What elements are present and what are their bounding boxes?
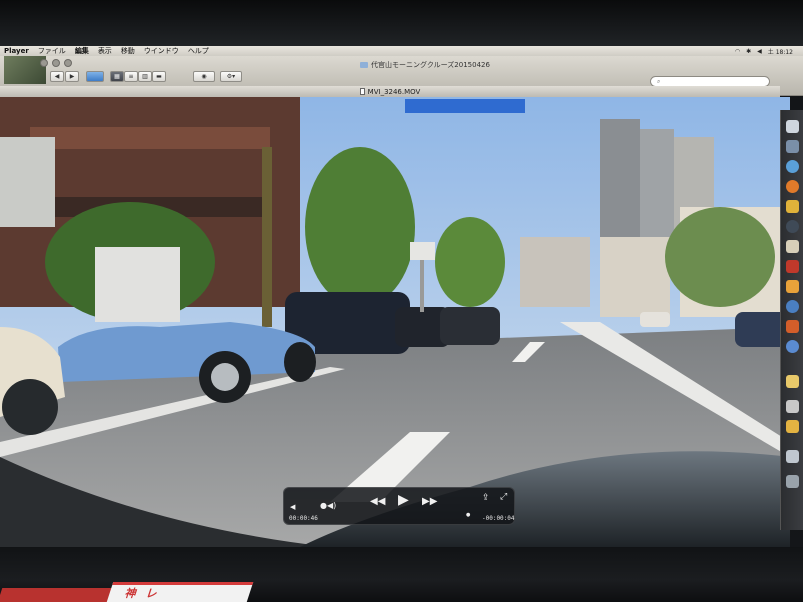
play-button[interactable]: ▶ [398,492,409,508]
rewind-button[interactable]: ◀◀ [370,497,385,507]
video-frame[interactable] [0,97,790,547]
menu-file[interactable]: ファイル [38,46,66,56]
wifi-icon[interactable]: ◠ [735,48,740,55]
list-view-icon: ≡ [128,73,134,80]
menu-go[interactable]: 移動 [121,46,135,56]
menu-bar: Player ファイル 編集 表示 移動 ウインドウ ヘルプ ◠ ✱ ◀ 土 1… [0,46,803,56]
share-button[interactable]: ⇪ [482,493,490,503]
menu-view[interactable]: 表示 [98,46,112,56]
share-icon: ⇪ [482,493,490,503]
menu-help[interactable]: ヘルプ [188,46,209,56]
quicklook-button[interactable]: ◉ [193,71,215,82]
action-menu-button[interactable]: ⚙▾ [220,71,242,82]
window-controls [40,59,72,67]
sticker-label: 神 レ [106,582,254,602]
column-view-icon: ▥ [142,73,148,80]
forward-button[interactable]: ▶ [65,71,79,82]
scrubber-playhead[interactable]: ● [466,510,470,520]
video-title: MVI_3246.MOV [367,87,421,96]
remaining-time: -00:00:04 [482,515,515,522]
finder-title-text: 代官山モーニングクルーズ20150426 [371,61,490,69]
fast-forward-button[interactable]: ▶▶ [422,497,437,507]
dock-app-icon[interactable] [786,320,799,333]
menu-window[interactable]: ウインドウ [144,46,179,56]
folder-action-button[interactable] [86,71,104,82]
dock-app-icon[interactable] [786,220,799,233]
view-icon-button[interactable]: ▦ [110,71,124,82]
sticker-text: 神 レ [123,587,163,600]
rewind-icon: ◀◀ [370,496,386,507]
search-icon: ⌕ [657,78,661,85]
dock-app-icon[interactable] [786,140,799,153]
view-list-button[interactable]: ≡ [124,71,138,82]
elapsed-time: 00:00:46 [289,515,318,522]
volume-icon[interactable]: ◀ [757,48,762,55]
dock-app-icon[interactable] [786,450,799,463]
dock-firefox-icon[interactable] [786,180,799,193]
dock-finder-icon[interactable] [786,120,799,133]
dock-app-icon[interactable] [786,300,799,313]
zoom-button[interactable] [64,59,72,67]
chevron-left-icon: ◀ [54,73,60,80]
photo-of-screen: Player ファイル 編集 表示 移動 ウインドウ ヘルプ ◠ ✱ ◀ 土 1… [0,0,803,602]
bluetooth-icon[interactable]: ✱ [746,48,751,55]
chevron-right-icon: ▶ [69,73,75,80]
dock-safari-icon[interactable] [786,160,799,173]
menu-extras: ◠ ✱ ◀ 土 18:12 [735,46,793,56]
dock-app-icon[interactable] [786,420,799,433]
icon-view-icon: ▦ [114,73,120,80]
dock-app-icon[interactable] [786,280,799,293]
street-scene-image [0,97,790,547]
dock-app-icon[interactable] [786,400,799,413]
fast-forward-icon: ▶▶ [422,496,438,507]
play-icon: ▶ [398,492,409,508]
close-button[interactable] [40,59,48,67]
monitor-bezel-top [0,0,803,46]
volume-high-icon[interactable]: ●◀) [320,501,336,511]
dock-app-icon[interactable] [786,340,799,353]
dock-app-icon[interactable] [786,375,799,388]
gear-icon: ⚙▾ [226,73,236,80]
menu-clock[interactable]: 土 18:12 [768,47,793,56]
volume-low-icon[interactable]: ◀ [290,502,295,512]
coverflow-icon: ▬ [156,73,162,80]
view-coverflow-button[interactable]: ▬ [152,71,166,82]
menu-edit[interactable]: 編集 [75,46,89,56]
video-title-bar[interactable]: MVI_3246.MOV [0,86,780,97]
dock-app-icon[interactable] [786,200,799,213]
minimize-button[interactable] [52,59,60,67]
movie-file-icon [359,88,365,95]
dock [780,110,803,530]
eye-icon: ◉ [201,73,207,80]
view-column-button[interactable]: ▥ [138,71,152,82]
red-sticker-strip [0,588,123,602]
dock-app-icon[interactable] [786,240,799,253]
back-button[interactable]: ◀ [50,71,64,82]
finder-title: 代官山モーニングクルーズ20150426 [360,60,490,70]
dock-calendar-icon[interactable] [786,260,799,273]
folder-icon [360,62,368,68]
dock-trash-icon[interactable] [786,475,799,488]
menu-app-name[interactable]: Player [4,47,29,55]
playback-controls: ◀ ●◀) ◀◀ ▶ ▶▶ ⇪ ⤢ 00:00:46 ● -00:00:04 [283,487,515,525]
fullscreen-icon: ⤢ [500,492,508,502]
fullscreen-button[interactable]: ⤢ [500,492,507,502]
